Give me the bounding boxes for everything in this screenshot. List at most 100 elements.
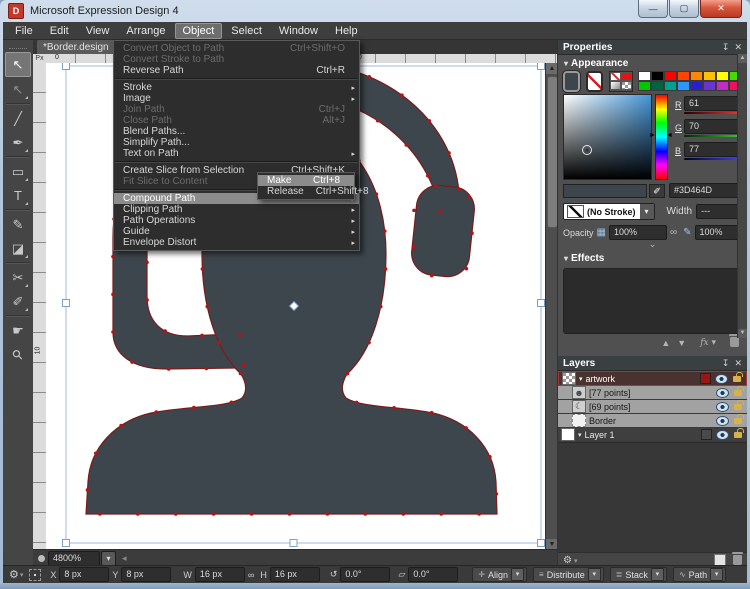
panel-close-icon[interactable]: ✕ [734, 358, 742, 369]
menubar-item-window[interactable]: Window [271, 23, 326, 39]
lock-icon[interactable] [734, 390, 742, 396]
selection-handle[interactable] [538, 63, 545, 70]
effect-up-icon[interactable]: ▲ [661, 338, 670, 348]
layer-expand-icon[interactable]: ▾ [579, 375, 583, 383]
anchor-point[interactable] [217, 341, 221, 345]
palette-swatch[interactable] [677, 81, 690, 91]
scissors-tool[interactable]: ✂ [6, 266, 30, 289]
anchor-point[interactable] [457, 187, 461, 191]
menu-item-release[interactable]: ReleaseCtrl+Shift+8 [258, 186, 354, 197]
anchor-point[interactable] [192, 406, 196, 410]
lock-icon[interactable] [734, 432, 742, 438]
anchor-point[interactable] [98, 512, 102, 516]
appearance-header[interactable]: ▾Appearance [558, 55, 747, 71]
anchor-point[interactable] [145, 261, 149, 265]
solid-swatch[interactable] [621, 72, 632, 81]
x-position-field[interactable]: 8 px [59, 567, 109, 582]
scroll-up-icon[interactable]: ▲ [738, 54, 747, 63]
align-dropdown-icon[interactable]: ▾ [511, 568, 524, 581]
palette-swatch[interactable] [703, 81, 716, 91]
palette-grip[interactable] [9, 42, 27, 49]
mini-swatch-grid[interactable] [609, 71, 633, 92]
anchor-point[interactable] [465, 267, 469, 271]
anchor-point[interactable] [239, 372, 243, 376]
menu-item-guide[interactable]: Guide▸ [114, 226, 359, 237]
options-caret-icon[interactable]: ▾ [20, 571, 24, 579]
selection-handle[interactable] [63, 63, 70, 70]
anchor-point[interactable] [355, 401, 359, 405]
palette-swatch[interactable] [638, 81, 651, 91]
anchor-point[interactable] [163, 329, 167, 333]
menubar-item-file[interactable]: File [7, 23, 41, 39]
anchor-point[interactable] [130, 360, 134, 364]
none-swatch[interactable] [610, 72, 621, 81]
pattern-swatch[interactable] [621, 81, 632, 90]
palette-swatch[interactable] [651, 81, 664, 91]
anchor-point[interactable] [405, 143, 409, 147]
lock-icon[interactable] [734, 418, 742, 424]
menu-item-stroke[interactable]: Stroke▸ [114, 82, 359, 93]
palette-swatch[interactable] [716, 71, 729, 81]
direct-selection-tool[interactable]: ↖ [6, 78, 30, 101]
anchor-point[interactable] [426, 174, 430, 178]
color-cursor[interactable] [582, 145, 592, 155]
anchor-point[interactable] [477, 512, 481, 516]
visibility-eye-icon[interactable] [715, 374, 728, 384]
hue-marker-left-icon[interactable]: ► [649, 132, 656, 139]
anchor-point[interactable] [401, 512, 405, 516]
visibility-eye-icon[interactable] [716, 430, 729, 440]
registration-point-icon[interactable] [29, 569, 41, 581]
anchor-point[interactable] [430, 411, 434, 415]
menu-item-image[interactable]: Image▸ [114, 93, 359, 104]
anchor-point[interactable] [495, 492, 499, 496]
anchor-point[interactable] [488, 455, 492, 459]
lock-icon[interactable] [733, 376, 741, 382]
path-group[interactable]: ∿Path▾ [673, 567, 726, 582]
anchor-point[interactable] [428, 119, 432, 123]
anchor-point[interactable] [375, 192, 379, 196]
pin-icon[interactable]: ↧ [722, 42, 730, 53]
menu-item-clipping-path[interactable]: Clipping Path▸ [114, 204, 359, 215]
visibility-eye-icon[interactable] [716, 388, 729, 398]
anchor-point[interactable] [383, 229, 387, 233]
menu-item-blend-paths[interactable]: Blend Paths... [114, 126, 359, 137]
scroll-down-icon[interactable]: ▼ [738, 329, 747, 338]
anchor-point[interactable] [205, 367, 209, 371]
section-collapse-icon[interactable]: ⌄ [558, 240, 747, 250]
maximize-button[interactable]: ▢ [669, 0, 699, 18]
no-stroke-swatch-button[interactable] [586, 71, 603, 92]
link-icon[interactable]: ∞ [670, 227, 677, 238]
distribute-group[interactable]: ≡Distribute▾ [533, 567, 604, 582]
align-group[interactable]: ✛Align▾ [472, 567, 527, 582]
anchor-point[interactable] [86, 488, 90, 492]
visibility-eye-icon[interactable] [716, 416, 729, 426]
pan-tool[interactable]: ☛ [6, 319, 30, 342]
lock-icon[interactable] [734, 404, 742, 410]
pin-icon[interactable]: ↧ [722, 358, 730, 369]
anchor-point[interactable] [250, 512, 254, 516]
anchor-point[interactable] [111, 255, 115, 259]
anchor-point[interactable] [430, 274, 434, 278]
anchor-point[interactable] [136, 512, 140, 516]
anchor-point[interactable] [111, 330, 115, 334]
anchor-point[interactable] [434, 184, 438, 188]
text-tool[interactable]: T [6, 184, 30, 207]
rectangle-tool[interactable]: ▭ [6, 160, 30, 183]
menu-item-simplify-path[interactable]: Simplify Path... [114, 137, 359, 148]
menubar-item-view[interactable]: View [78, 23, 118, 39]
anchor-point[interactable] [212, 512, 216, 516]
anchor-point[interactable] [326, 512, 330, 516]
anchor-point[interactable] [111, 293, 115, 297]
palette-swatch[interactable] [638, 71, 651, 81]
hex-color-field[interactable]: #3D464D [669, 183, 742, 198]
layer-color-swatch[interactable] [701, 429, 712, 440]
line-tool[interactable]: ╱ [6, 107, 30, 130]
panel-close-icon[interactable]: ✕ [734, 42, 742, 53]
anchor-point[interactable] [167, 367, 171, 371]
stack-group[interactable]: ≣Stack▾ [610, 567, 667, 582]
anchor-point[interactable] [447, 151, 451, 155]
anchor-point[interactable] [242, 363, 246, 367]
anchor-point[interactable] [470, 231, 474, 235]
title-bar[interactable]: D Microsoft Expression Design 4 — ▢ ✕ [0, 0, 750, 22]
anchor-point[interactable] [412, 245, 416, 249]
